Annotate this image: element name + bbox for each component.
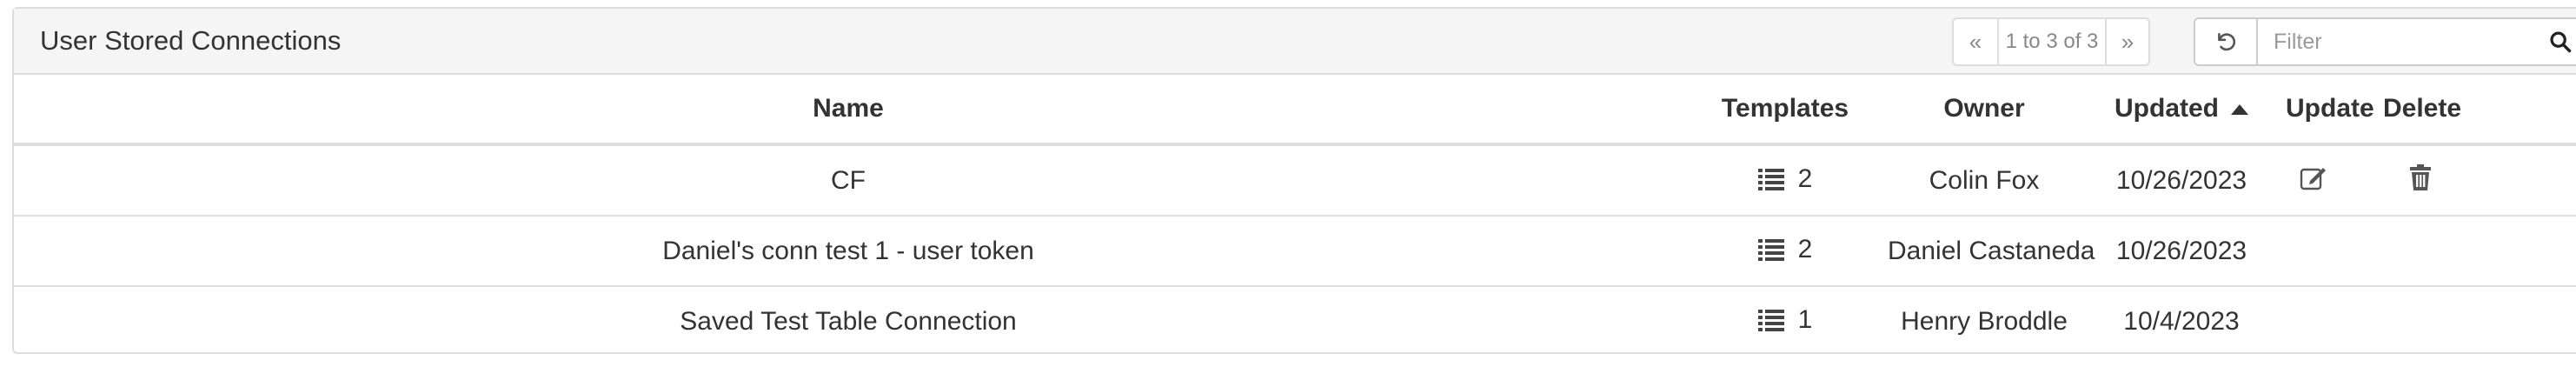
panel-header: User Stored Connections « 1 to 3 of 3 » (14, 9, 2576, 75)
column-header-updated[interactable]: Updated (2081, 75, 2282, 146)
row-name: Saved Test Table Connection (680, 306, 1017, 336)
page-info: 1 to 3 of 3 (1997, 19, 2105, 64)
column-header-delete: Delete (2383, 75, 2576, 146)
templates-link[interactable]: 2 (1757, 163, 1813, 194)
panel-title: User Stored Connections (40, 25, 342, 56)
templates-link[interactable]: 2 (1757, 234, 1813, 264)
row-updated: 10/26/2023 (2081, 144, 2282, 217)
next-page-button[interactable]: » (2105, 19, 2148, 64)
connections-panel: User Stored Connections « 1 to 3 of 3 » (12, 7, 2576, 354)
filter-input[interactable] (2258, 19, 2534, 64)
row-owner: Henry Broddle (1901, 306, 2068, 336)
templates-count: 2 (1797, 234, 1813, 264)
row-updated: 10/26/2023 (2081, 216, 2282, 287)
column-header-update: Update (2282, 75, 2383, 146)
table-row: Daniel's conn test 1 - user token 2 Dani… (14, 216, 2576, 287)
filter-toolbar (2194, 17, 2576, 66)
templates-link[interactable]: 1 (1757, 304, 1813, 335)
trash-icon (2410, 163, 2431, 190)
row-name: CF (14, 144, 1683, 217)
delete-button[interactable] (2409, 163, 2432, 190)
row-owner: Daniel Castaneda (1888, 216, 2095, 287)
previous-page-button[interactable]: « (1954, 19, 1997, 64)
row-name: Daniel's conn test 1 - user token (14, 216, 1683, 287)
templates-count: 2 (1797, 163, 1813, 193)
row-owner: Colin Fox (1888, 144, 2081, 217)
column-header-owner[interactable]: Owner (1888, 75, 2081, 146)
list-icon (1757, 238, 1784, 261)
column-header-updated-label: Updated (2115, 94, 2219, 123)
search-icon (2550, 31, 2572, 53)
table-row: CF 2 Colin Fox 10/26/2023 (14, 144, 2576, 217)
sort-up-icon (2231, 104, 2248, 116)
connections-table: Name Templates Owner Updated Update Dele… (14, 75, 2576, 356)
list-icon (1757, 309, 1784, 331)
pagination: « 1 to 3 of 3 » (1952, 17, 2150, 66)
reset-filter-button[interactable] (2195, 19, 2258, 64)
search-button[interactable] (2534, 19, 2576, 64)
table-row: Saved Test Table Connection 1 Henry Brod… (14, 286, 2576, 356)
table-header-row: Name Templates Owner Updated Update Dele… (14, 75, 2576, 146)
list-icon (1757, 168, 1784, 190)
templates-count: 1 (1797, 304, 1813, 334)
edit-icon (2300, 167, 2326, 190)
row-updated: 10/4/2023 (2123, 306, 2240, 336)
column-header-name[interactable]: Name (14, 75, 1683, 146)
column-header-templates[interactable]: Templates (1683, 75, 1888, 146)
edit-button[interactable] (2300, 164, 2327, 190)
undo-icon (2218, 33, 2236, 51)
